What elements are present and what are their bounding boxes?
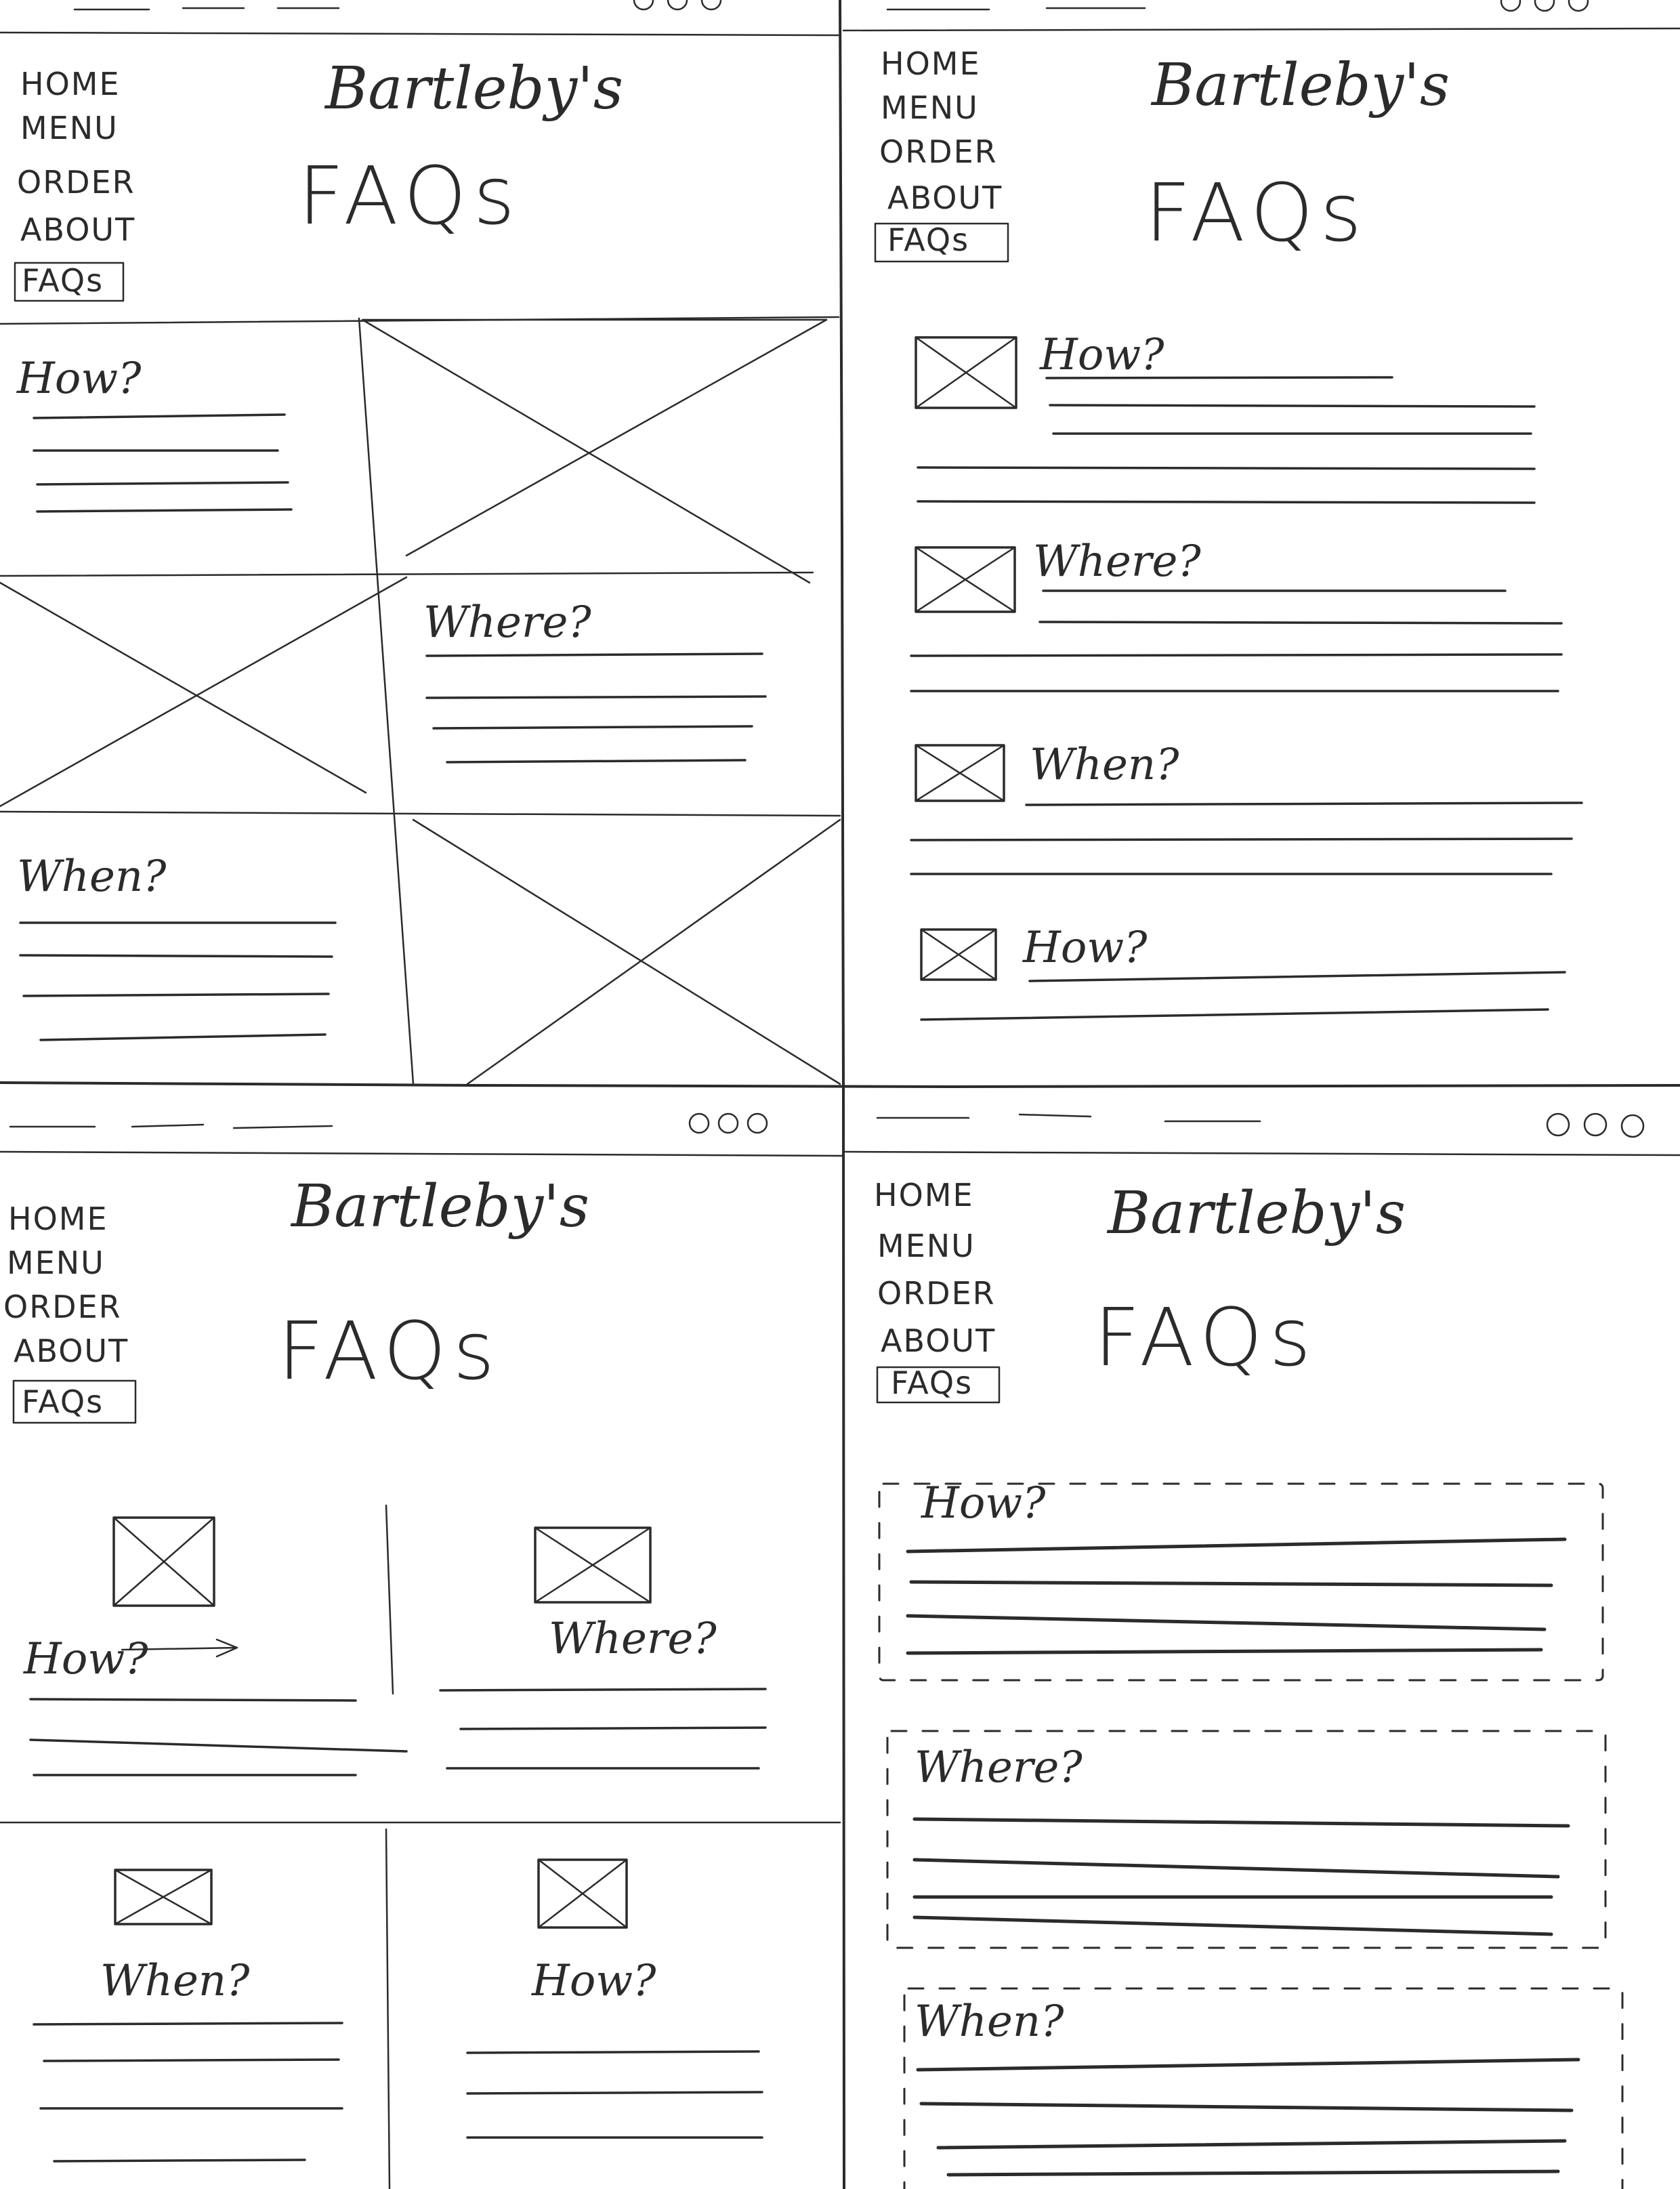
nav-menu-item[interactable]: MENU [881, 89, 979, 126]
window-button-icon[interactable] [633, 0, 654, 11]
faq-question: How? [1039, 330, 1164, 380]
faq-card-how: How? [466, 1858, 763, 2139]
nav-menu: HOME MENU ORDER ABOUT FAQs [14, 66, 135, 302]
faq-item-where: Where? [910, 537, 1563, 692]
faq-item-how: How? [915, 330, 1536, 504]
nav-menu-item[interactable]: MENU [7, 1245, 105, 1281]
faq-item-when: When? [910, 740, 1583, 875]
image-placeholder [537, 1858, 628, 1929]
page-title: FAQs [1145, 166, 1368, 259]
nav-home[interactable]: HOME [8, 1201, 108, 1237]
nav-menu-item[interactable]: MENU [20, 110, 119, 146]
faq-card-how: How? [23, 1516, 408, 1776]
window-button-icon[interactable] [717, 1112, 739, 1134]
window-button-icon[interactable] [688, 1112, 710, 1134]
nav-faqs[interactable]: FAQs [887, 222, 969, 258]
faq-accordion-when[interactable]: When? [903, 1987, 1624, 2189]
window-button-icon[interactable] [667, 0, 688, 11]
faq-question: How? [16, 354, 142, 404]
faq-card-when: When? [33, 1869, 343, 2163]
faq-question: How? [23, 1634, 148, 1684]
faq-item-when: When? [17, 852, 337, 1041]
nav-home[interactable]: HOME [881, 45, 981, 82]
page-title: FAQs [1094, 1291, 1318, 1384]
faq-question: Where? [915, 1743, 1083, 1793]
faq-question: When? [915, 1997, 1064, 2047]
quadrant-dividers [0, 0, 1680, 2189]
faq-accordion-how[interactable]: How? [878, 1478, 1604, 1682]
window-button-icon[interactable] [1620, 1114, 1645, 1138]
nav-menu: HOME MENU ORDER ABOUT FAQs [874, 1177, 1001, 1404]
window-button-icon[interactable] [747, 1112, 768, 1134]
window-button-icon[interactable] [1546, 1112, 1570, 1137]
window-button-icon[interactable] [1583, 1112, 1608, 1137]
faq-card-where: Where? [439, 1526, 767, 1770]
image-placeholder [361, 318, 828, 584]
image-placeholder [0, 576, 408, 808]
wireframe-top-left: HOME MENU ORDER ABOUT FAQs Bartleby's FA… [0, 0, 841, 1085]
nav-order[interactable]: ORDER [879, 133, 998, 170]
window-button-icon[interactable] [1500, 0, 1521, 12]
faq-question: How? [531, 1956, 656, 2006]
brand-logo: Bartleby's [1150, 51, 1450, 119]
wireframe-bottom-left: HOME MENU ORDER ABOUT FAQs Bartleby's FA… [0, 1112, 843, 2189]
nav-home[interactable]: HOME [20, 66, 121, 102]
wireframe-bottom-right: HOME MENU ORDER ABOUT FAQs Bartleby's FA… [844, 1112, 1680, 2189]
nav-order[interactable]: ORDER [17, 164, 135, 201]
nav-menu: HOME MENU ORDER ABOUT FAQs [3, 1201, 137, 1424]
window-button-icon[interactable] [700, 0, 722, 11]
nav-faqs[interactable]: FAQs [22, 1383, 104, 1420]
nav-menu-item[interactable]: MENU [877, 1228, 975, 1264]
nav-menu: HOME MENU ORDER ABOUT FAQs [874, 45, 1009, 263]
browser-chrome [0, 0, 840, 37]
faq-question: When? [1030, 740, 1179, 790]
page-title: FAQs [298, 149, 522, 243]
page-title: FAQs [278, 1304, 501, 1398]
faq-question: Where? [1033, 537, 1201, 587]
nav-order[interactable]: ORDER [877, 1275, 996, 1312]
faq-question: When? [17, 852, 167, 902]
faq-question: How? [1022, 923, 1148, 973]
nav-about[interactable]: ABOUT [887, 180, 1003, 216]
image-placeholder [915, 546, 1016, 613]
faq-item-how: How? [16, 354, 293, 513]
browser-chrome [844, 1112, 1680, 1156]
faq-question: Where? [423, 598, 591, 648]
image-placeholder [412, 818, 841, 1085]
brand-logo: Bartleby's [324, 55, 623, 123]
browser-chrome [0, 1112, 843, 1157]
image-placeholder [920, 928, 997, 981]
faq-question: When? [100, 1956, 250, 2006]
faq-question: Where? [549, 1614, 717, 1664]
nav-faqs[interactable]: FAQs [891, 1364, 973, 1401]
window-button-icon[interactable] [1534, 0, 1555, 12]
window-button-icon[interactable] [1568, 0, 1589, 12]
image-placeholder [114, 1869, 213, 1925]
brand-logo: Bartleby's [290, 1173, 589, 1241]
nav-home[interactable]: HOME [874, 1177, 974, 1213]
image-placeholder [534, 1526, 652, 1604]
browser-chrome [842, 0, 1680, 32]
faq-question: How? [921, 1478, 1046, 1528]
image-placeholder [915, 336, 1017, 409]
nav-about[interactable]: ABOUT [881, 1322, 996, 1359]
nav-about[interactable]: ABOUT [14, 1333, 129, 1369]
nav-faqs[interactable]: FAQs [22, 262, 104, 299]
faq-accordion-where[interactable]: Where? [886, 1730, 1607, 1949]
faq-item-where: Where? [423, 598, 767, 764]
nav-order[interactable]: ORDER [3, 1289, 122, 1325]
wireframe-top-right: HOME MENU ORDER ABOUT FAQs Bartleby's FA… [842, 0, 1680, 1021]
nav-about[interactable]: ABOUT [20, 211, 135, 248]
brand-logo: Bartleby's [1106, 1180, 1406, 1247]
wireframe-sheet: HOME MENU ORDER ABOUT FAQs Bartleby's FA… [0, 0, 1680, 2189]
image-placeholder [915, 744, 1005, 802]
image-placeholder [112, 1516, 215, 1607]
faq-item-how: How? [920, 923, 1566, 1021]
